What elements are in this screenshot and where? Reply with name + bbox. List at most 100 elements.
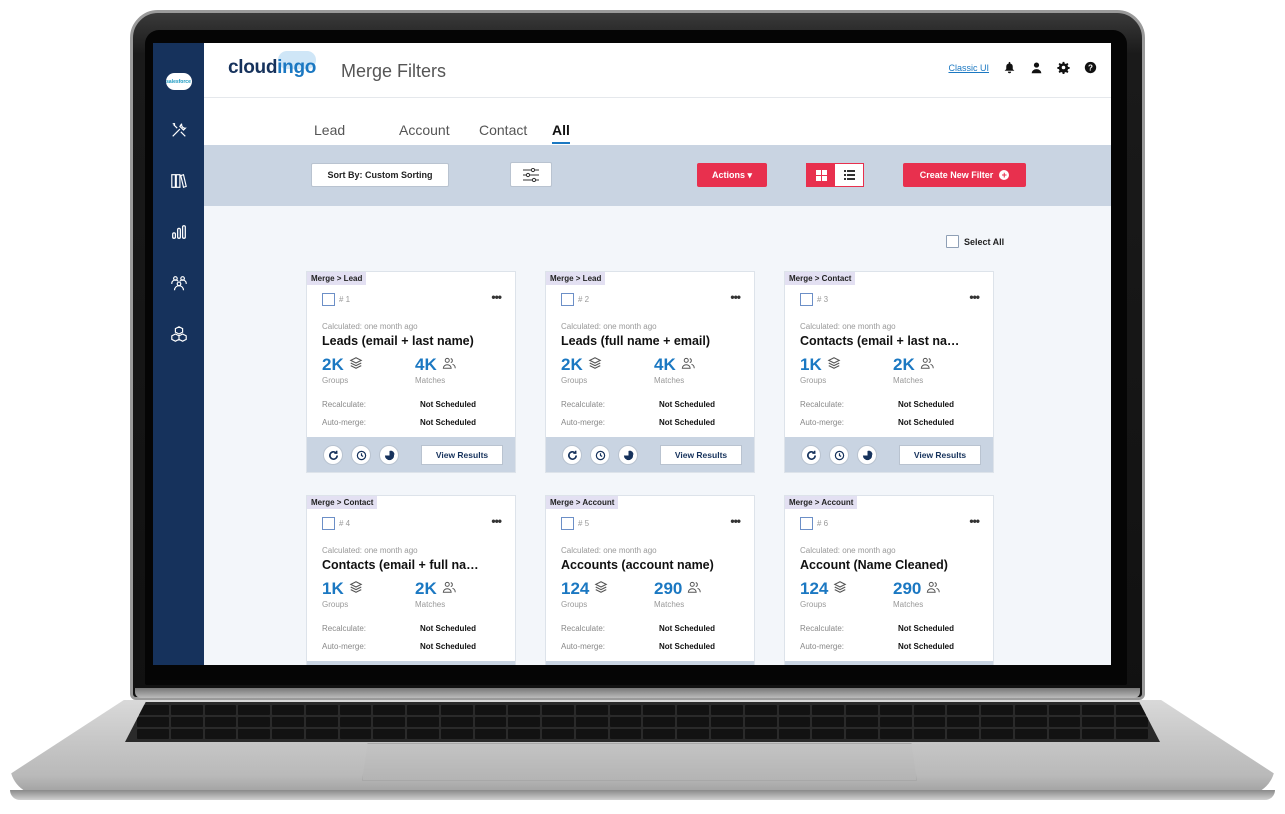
cloudingo-logo[interactable]: cloudingo — [228, 57, 316, 79]
help-icon[interactable]: ? — [1084, 61, 1097, 74]
view-results-button[interactable]: View Results — [899, 445, 981, 465]
keyboard-key — [204, 705, 237, 715]
matches-stat[interactable]: 2K Matches — [893, 355, 934, 385]
more-options-icon[interactable]: ••• — [730, 290, 741, 304]
card-checkbox[interactable] — [322, 293, 335, 306]
select-all-checkbox[interactable] — [946, 235, 959, 248]
schedule-clock-icon[interactable] — [590, 445, 610, 465]
keyboard-key — [1082, 705, 1115, 715]
card-title[interactable]: Contacts (email + full na… — [322, 558, 508, 572]
pie-chart-icon[interactable] — [857, 445, 877, 465]
keyboard-key — [913, 705, 946, 715]
keyboard-key — [575, 705, 608, 715]
card-title[interactable]: Leads (email + last name) — [322, 334, 508, 348]
salesforce-logo-icon[interactable]: salesforce — [153, 59, 204, 104]
card-checkbox[interactable] — [561, 293, 574, 306]
select-all[interactable]: Select All — [946, 235, 1004, 248]
keyboard-key — [643, 717, 676, 727]
grid-view-button[interactable] — [807, 164, 835, 186]
svg-text:?: ? — [1088, 63, 1093, 72]
groups-stat[interactable]: 2K Groups — [322, 355, 363, 385]
pie-chart-icon[interactable] — [379, 445, 399, 465]
user-icon[interactable] — [1030, 61, 1043, 74]
keyboard-key — [643, 705, 676, 715]
filter-card[interactable]: Merge > Account # 5 ••• Calculated: one … — [545, 495, 755, 665]
sort-button[interactable]: Sort By: Custom Sorting — [311, 163, 449, 187]
groups-stat[interactable]: 1K Groups — [800, 355, 841, 385]
keyboard-key — [609, 705, 642, 715]
actions-dropdown-button[interactable]: Actions ▾ — [697, 163, 767, 187]
filter-settings-button[interactable] — [510, 162, 552, 187]
matches-stat[interactable]: 4K Matches — [654, 355, 695, 385]
card-object-tag: Merge > Contact — [785, 272, 856, 285]
card-title[interactable]: Leads (full name + email) — [561, 334, 747, 348]
groups-stat[interactable]: 2K Groups — [561, 355, 602, 385]
filter-card[interactable]: Merge > Contact # 3 ••• Calculated: one … — [784, 271, 994, 473]
chart-icon[interactable] — [153, 206, 204, 257]
card-checkbox[interactable] — [322, 517, 335, 530]
groups-stat[interactable]: 124 Groups — [800, 579, 847, 609]
list-view-button[interactable] — [835, 164, 863, 186]
recalculate-icon[interactable] — [323, 445, 343, 465]
filter-card[interactable]: Merge > Lead # 2 ••• Calculated: one mon… — [545, 271, 755, 473]
more-options-icon[interactable]: ••• — [969, 290, 980, 304]
tab-all[interactable]: All — [552, 122, 570, 144]
view-results-button[interactable]: View Results — [660, 445, 742, 465]
classic-ui-link[interactable]: Classic UI — [948, 63, 989, 73]
more-options-icon[interactable]: ••• — [969, 514, 980, 528]
card-checkbox[interactable] — [561, 517, 574, 530]
card-number: # 6 — [817, 519, 829, 528]
create-new-filter-button[interactable]: Create New Filter + — [903, 163, 1026, 187]
recalculate-label: Recalculate: — [322, 624, 367, 633]
filter-card[interactable]: Merge > Lead # 1 ••• Calculated: one mon… — [306, 271, 516, 473]
recalculate-icon[interactable] — [562, 445, 582, 465]
keyboard-key — [474, 705, 507, 715]
pie-chart-icon[interactable] — [618, 445, 638, 465]
recalculate-icon[interactable] — [801, 445, 821, 465]
schedule-clock-icon[interactable] — [351, 445, 371, 465]
tools-icon[interactable] — [153, 104, 204, 155]
groups-stat[interactable]: 1K Groups — [322, 579, 363, 609]
keyboard-key — [846, 717, 878, 727]
recalculate-label: Recalculate: — [561, 624, 606, 633]
tab-contact[interactable]: Contact — [479, 122, 527, 138]
tab-account[interactable]: Account — [399, 122, 450, 138]
filter-card[interactable]: Merge > Account # 6 ••• Calculated: one … — [784, 495, 994, 665]
card-checkbox[interactable] — [800, 517, 813, 530]
tab-lead[interactable]: Lead — [314, 122, 345, 138]
recalculate-label: Recalculate: — [561, 400, 606, 409]
schedule-clock-icon[interactable] — [829, 445, 849, 465]
recalculate-value: Not Scheduled — [420, 400, 477, 409]
list-icon — [843, 170, 855, 180]
recalculate-value: Not Scheduled — [420, 624, 477, 633]
matches-stat[interactable]: 2K Matches — [415, 579, 456, 609]
matches-stat[interactable]: 290 Matches — [893, 579, 940, 609]
card-number: # 1 — [339, 295, 351, 304]
users-icon[interactable] — [153, 257, 204, 308]
gear-icon[interactable] — [1057, 61, 1070, 74]
matches-stat[interactable]: 4K Matches — [415, 355, 456, 385]
laptop-hinge — [135, 688, 1140, 698]
keyboard-key — [305, 705, 338, 715]
card-title[interactable]: Accounts (account name) — [561, 558, 747, 572]
matches-label: Matches — [654, 600, 685, 609]
card-checkbox[interactable] — [800, 293, 813, 306]
more-options-icon[interactable]: ••• — [730, 514, 741, 528]
groups-stat[interactable]: 124 Groups — [561, 579, 608, 609]
view-results-button[interactable]: View Results — [421, 445, 503, 465]
library-icon[interactable] — [153, 155, 204, 206]
groups-count: 124 — [800, 579, 829, 598]
recalculate-value: Not Scheduled — [659, 624, 716, 633]
bell-icon[interactable] — [1003, 61, 1016, 74]
keyboard-key — [778, 705, 811, 715]
more-options-icon[interactable]: ••• — [491, 290, 502, 304]
keyboard-key — [407, 717, 439, 727]
more-options-icon[interactable]: ••• — [491, 514, 502, 528]
cubes-icon[interactable] — [153, 308, 204, 359]
card-footer: View Results — [785, 437, 993, 472]
card-title[interactable]: Account (Name Cleaned) — [800, 558, 986, 572]
matches-stat[interactable]: 290 Matches — [654, 579, 701, 609]
card-title[interactable]: Contacts (email + last na… — [800, 334, 986, 348]
filter-card[interactable]: Merge > Contact # 4 ••• Calculated: one … — [306, 495, 516, 665]
auto-merge-row: Auto-merge: Not Scheduled — [322, 642, 502, 651]
